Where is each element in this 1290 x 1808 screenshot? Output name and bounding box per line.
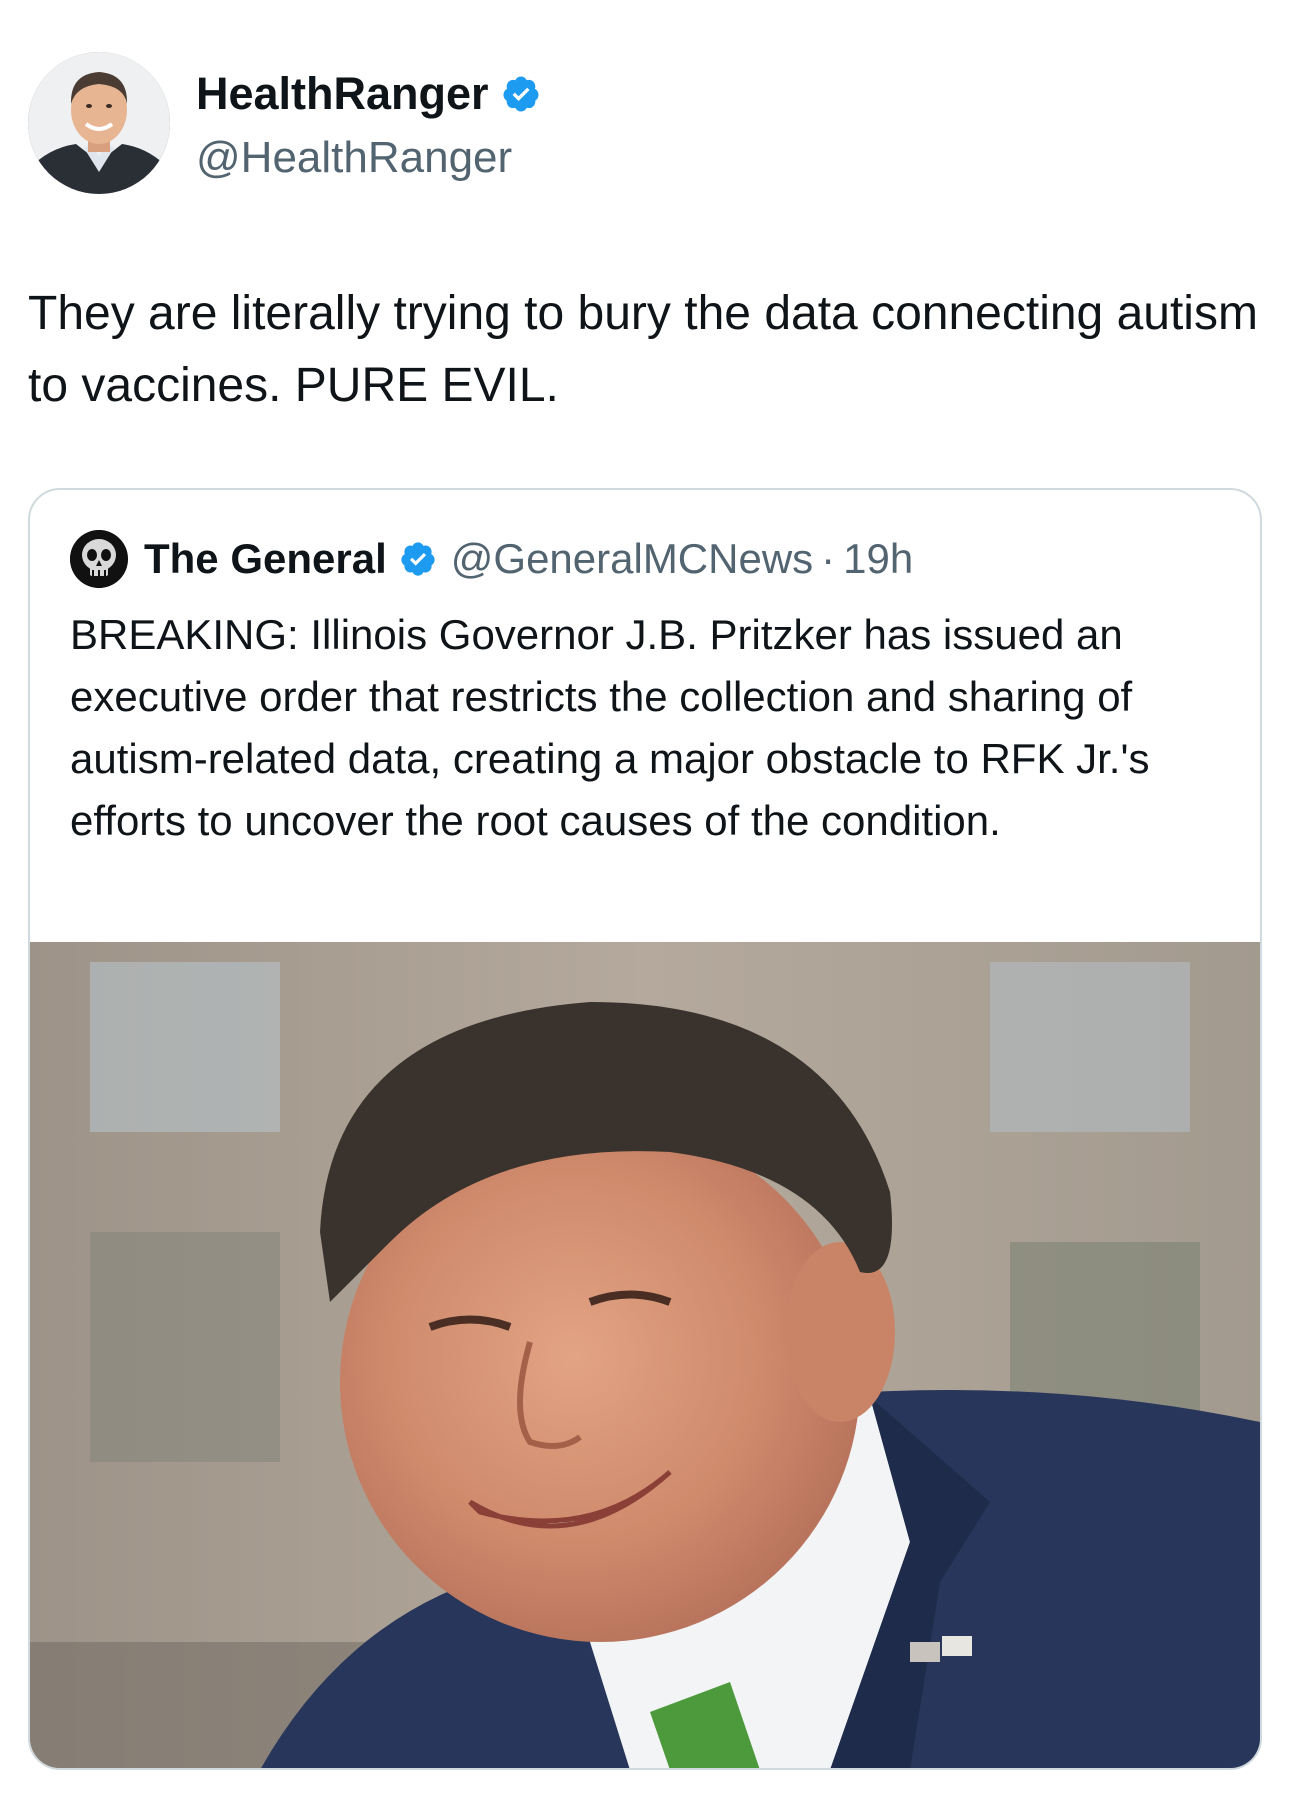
author-avatar-image xyxy=(28,52,170,194)
tweet-text: They are literally trying to bury the da… xyxy=(28,287,1258,412)
verified-badge-icon xyxy=(399,540,437,578)
author-avatar[interactable] xyxy=(28,52,170,194)
skull-emblem-icon[interactable] xyxy=(70,530,128,588)
verified-badge-icon xyxy=(501,74,541,114)
quoted-tweet-header: The General @GeneralMCNews · 19h xyxy=(70,530,913,588)
separator-dot: · xyxy=(821,535,836,582)
quoted-tweet-timestamp[interactable]: 19h xyxy=(843,534,913,584)
quoted-author-handle[interactable]: @GeneralMCNews xyxy=(451,534,813,584)
quoted-tweet-text: BREAKING: Illinois Governor J.B. Pritzke… xyxy=(70,611,1150,844)
quoted-tweet-card[interactable]: The General @GeneralMCNews · 19h BREAKIN… xyxy=(28,488,1262,1770)
tweet-container: HealthRanger @HealthRanger They are lite… xyxy=(0,0,1290,1808)
quoted-tweet-photo[interactable] xyxy=(30,942,1260,1768)
portrait-image xyxy=(30,942,1260,1768)
quoted-author-name[interactable]: The General xyxy=(144,534,387,584)
author-name[interactable]: HealthRanger xyxy=(196,68,489,120)
author-name-row[interactable]: HealthRanger xyxy=(196,68,541,120)
author-handle[interactable]: @HealthRanger xyxy=(196,132,512,184)
